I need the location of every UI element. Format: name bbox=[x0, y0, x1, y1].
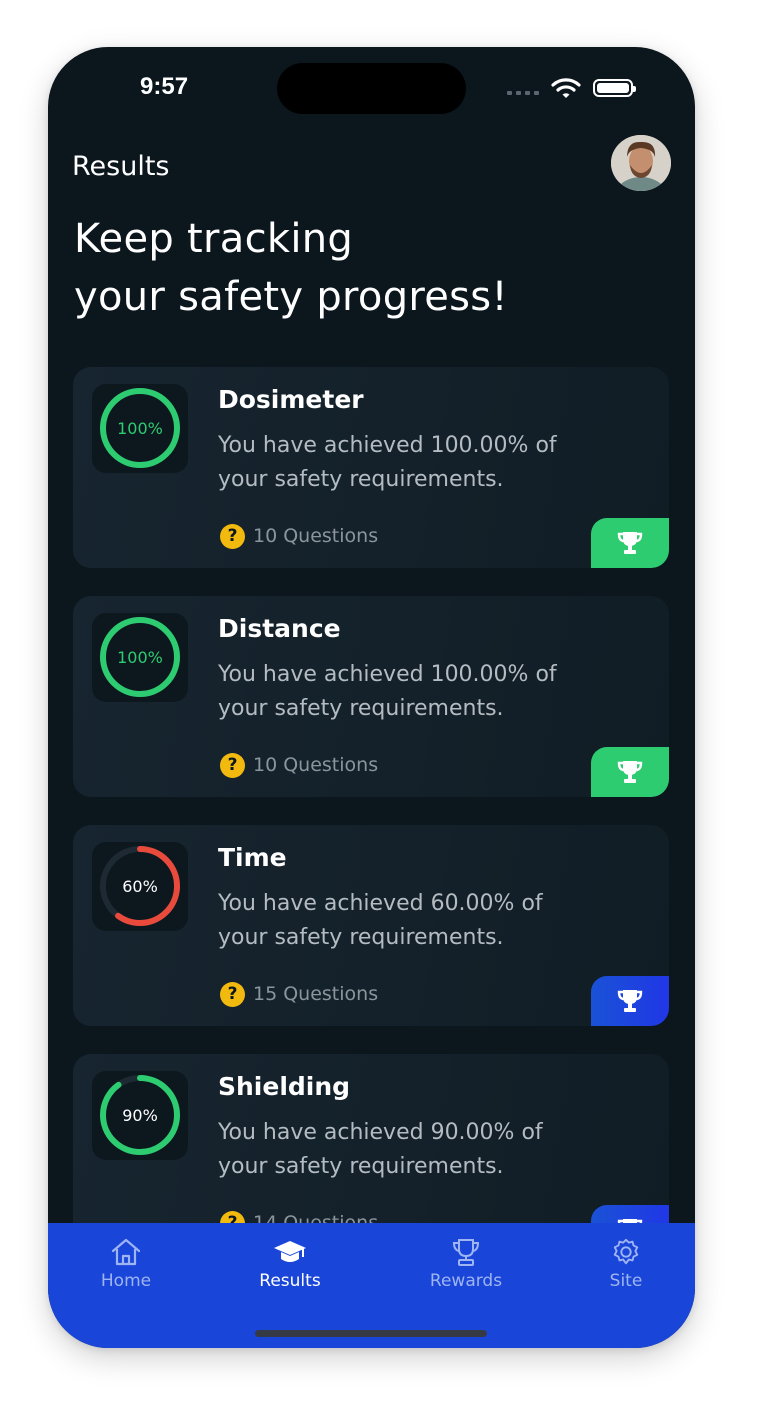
card-description: You have achieved 60.00% of your safety … bbox=[218, 887, 618, 955]
result-card-distance[interactable]: 100% Distance You have achieved 100.00% … bbox=[73, 596, 669, 797]
question-icon: ? bbox=[220, 981, 245, 1007]
questions-count: ? 10 Questions bbox=[220, 752, 378, 778]
card-description-line-1: You have achieved 60.00% of bbox=[218, 891, 543, 916]
questions-count: ? 15 Questions bbox=[220, 981, 378, 1007]
question-icon: ? bbox=[220, 752, 245, 778]
progress-ring: 90% bbox=[92, 1071, 188, 1160]
progress-ring: 60% bbox=[92, 842, 188, 931]
progress-ring: 100% bbox=[92, 384, 188, 473]
trophy-button[interactable] bbox=[591, 976, 669, 1026]
card-title: Time bbox=[218, 843, 287, 872]
progress-percent: 100% bbox=[117, 648, 163, 667]
tab-results[interactable]: Results bbox=[225, 1237, 355, 1291]
gear-icon bbox=[613, 1238, 639, 1265]
card-description: You have achieved 100.00% of your safety… bbox=[218, 658, 618, 726]
questions-label: 10 Questions bbox=[253, 754, 379, 776]
card-description-line-1: You have achieved 100.00% of bbox=[218, 662, 557, 687]
avatar[interactable] bbox=[611, 135, 671, 191]
card-description-line-2: your safety requirements. bbox=[218, 925, 504, 950]
questions-count: ? 10 Questions bbox=[220, 523, 378, 549]
progress-percent: 60% bbox=[122, 877, 158, 896]
card-description-line-1: You have achieved 90.00% of bbox=[218, 1120, 543, 1145]
card-description-line-2: your safety requirements. bbox=[218, 467, 504, 492]
tab-home[interactable]: Home bbox=[61, 1237, 191, 1291]
tab-label: Home bbox=[100, 1271, 152, 1291]
card-title: Dosimeter bbox=[218, 385, 364, 414]
progress-percent: 100% bbox=[117, 419, 163, 438]
home-indicator bbox=[255, 1330, 487, 1337]
phone-frame: 9:57 Results Keep tracking your safety p… bbox=[48, 47, 695, 1348]
graduation-cap-icon bbox=[274, 1241, 306, 1262]
wifi-icon bbox=[551, 78, 581, 98]
tab-label: Site bbox=[609, 1271, 643, 1291]
battery-icon bbox=[593, 79, 636, 97]
trophy-icon bbox=[452, 1239, 480, 1266]
headline: Keep tracking your safety progress! bbox=[74, 210, 508, 326]
card-description: You have achieved 90.00% of your safety … bbox=[218, 1116, 618, 1184]
status-time: 9:57 bbox=[140, 73, 189, 100]
dynamic-island bbox=[277, 63, 466, 114]
cellular-signal-icon bbox=[507, 91, 541, 95]
result-card-dosimeter[interactable]: 100% Dosimeter You have achieved 100.00%… bbox=[73, 367, 669, 568]
tab-label: Rewards bbox=[429, 1271, 503, 1291]
result-card-time[interactable]: 60% Time You have achieved 60.00% of you… bbox=[73, 825, 669, 1026]
tab-site[interactable]: Site bbox=[561, 1237, 691, 1291]
card-title: Shielding bbox=[218, 1072, 351, 1101]
progress-ring: 100% bbox=[92, 613, 188, 702]
tab-label: Results bbox=[259, 1271, 321, 1291]
questions-label: 10 Questions bbox=[253, 525, 379, 547]
trophy-button[interactable] bbox=[591, 747, 669, 797]
trophy-icon bbox=[617, 761, 643, 783]
avatar-image bbox=[611, 135, 671, 191]
card-description-line-1: You have achieved 100.00% of bbox=[218, 433, 557, 458]
home-icon bbox=[111, 1238, 141, 1266]
trophy-icon bbox=[617, 532, 643, 554]
card-title: Distance bbox=[218, 614, 341, 643]
questions-label: 15 Questions bbox=[253, 983, 379, 1005]
tab-rewards[interactable]: Rewards bbox=[401, 1237, 531, 1291]
question-icon: ? bbox=[220, 523, 245, 549]
trophy-icon bbox=[617, 990, 643, 1012]
trophy-button[interactable] bbox=[591, 518, 669, 568]
card-description-line-2: your safety requirements. bbox=[218, 696, 504, 721]
headline-line-2: your safety progress! bbox=[74, 274, 508, 320]
card-description-line-2: your safety requirements. bbox=[218, 1154, 504, 1179]
page-title: Results bbox=[72, 151, 170, 182]
card-description: You have achieved 100.00% of your safety… bbox=[218, 429, 618, 497]
progress-percent: 90% bbox=[122, 1106, 158, 1125]
tab-bar: Home Results Rewards Site bbox=[48, 1223, 695, 1348]
headline-line-1: Keep tracking bbox=[74, 216, 354, 262]
